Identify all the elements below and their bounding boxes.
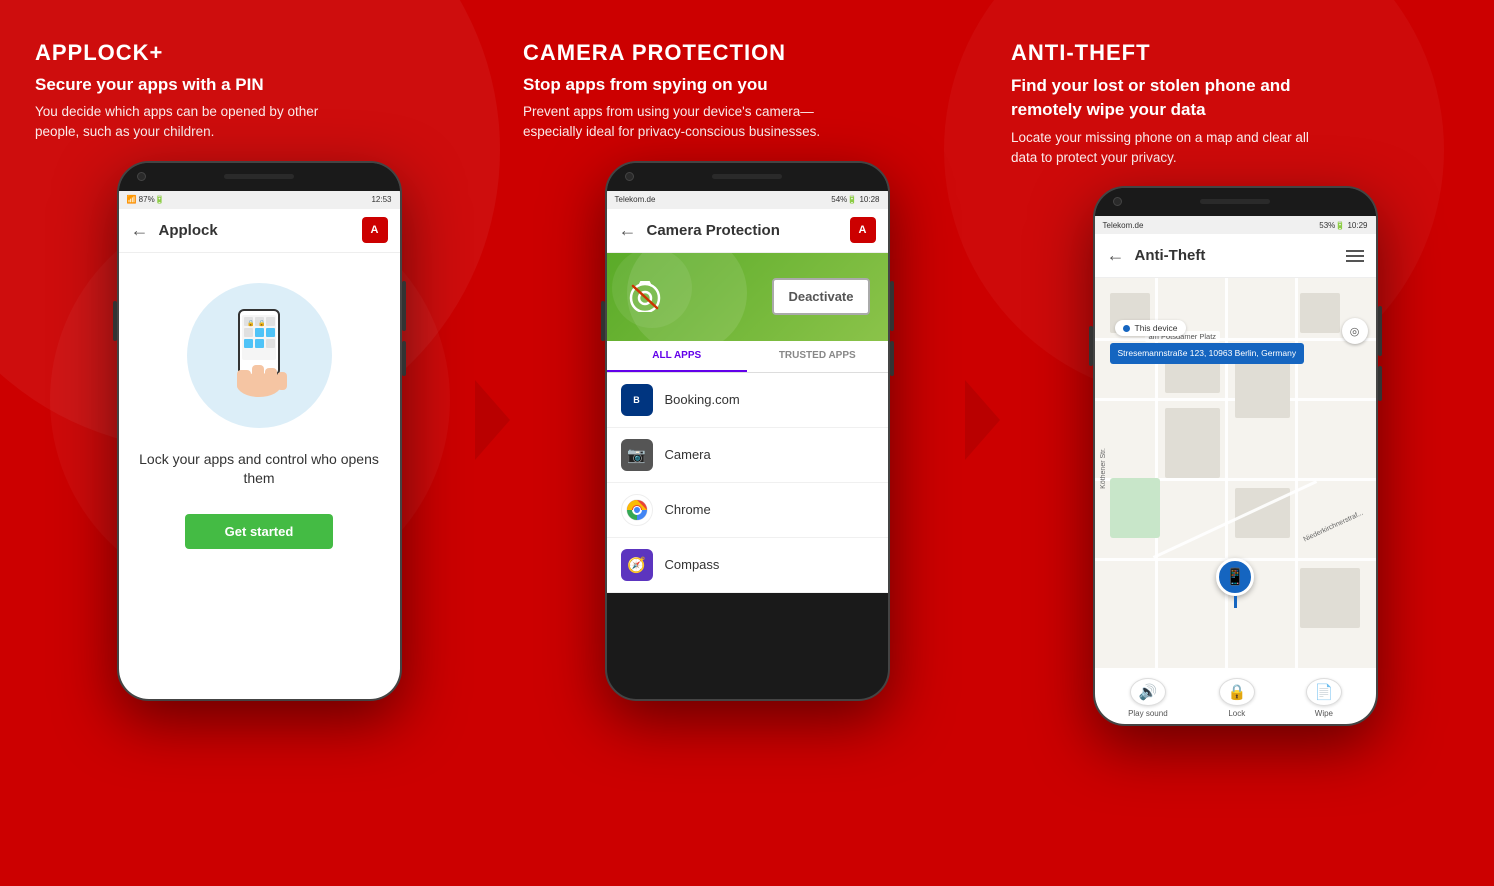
tab-all-apps[interactable]: ALL APPS: [607, 341, 748, 372]
avira-badge-2: A: [850, 217, 876, 243]
map-pin: 📱: [1216, 558, 1254, 608]
chrome-app-icon: [621, 494, 653, 526]
camera-label: Camera: [665, 447, 711, 462]
avira-badge-1: A: [362, 217, 388, 243]
applock-illustration: 🔒 🔒: [187, 283, 332, 428]
back-arrow-1[interactable]: ←: [131, 220, 149, 241]
lock-label: Lock: [1228, 709, 1245, 718]
tabs-row: ALL APPS TRUSTED APPS: [607, 341, 888, 373]
feature-desc-2: Prevent apps from using your device's ca…: [523, 102, 823, 143]
hamburger-menu[interactable]: [1346, 250, 1364, 262]
camera-protection-title: Camera Protection: [647, 222, 840, 239]
back-arrow-2[interactable]: ←: [619, 220, 637, 241]
phone-mockup-1: 📶 87%🔋 12:53 ← Applock A: [117, 161, 402, 701]
get-started-button[interactable]: Get started: [185, 514, 334, 549]
play-sound-action[interactable]: 🔊 Play sound: [1128, 678, 1168, 718]
list-item: Chrome: [607, 483, 888, 538]
applock-main-text: Lock your apps and control who opens the…: [134, 450, 385, 489]
compass-label: Compass: [665, 557, 720, 572]
chrome-label: Chrome: [665, 502, 711, 517]
booking-icon: B: [621, 384, 653, 416]
anti-theft-title: Anti-Theft: [1135, 247, 1336, 264]
camera-protection-icon: [625, 276, 665, 317]
svg-text:🔒: 🔒: [247, 319, 254, 327]
list-item: 🧭 Compass: [607, 538, 888, 593]
list-item: 📷 Camera: [607, 428, 888, 483]
app-list: B Booking.com 📷 Camera: [607, 373, 888, 593]
lock-action[interactable]: 🔒 Lock: [1219, 678, 1255, 718]
location-button[interactable]: ◎: [1342, 318, 1368, 344]
back-arrow-3[interactable]: ←: [1107, 245, 1125, 266]
feature-tag-2: CAMERA PROTECTION: [523, 40, 786, 66]
booking-label: Booking.com: [665, 392, 740, 407]
status-bar-3: Telekom.de 53%🔋 10:29: [1095, 216, 1376, 234]
tab-trusted-apps[interactable]: TRUSTED APPS: [747, 341, 888, 372]
compass-app-icon: 🧭: [621, 549, 653, 581]
wipe-label: Wipe: [1315, 709, 1333, 718]
camera-protection-banner: Deactivate: [607, 253, 888, 341]
play-sound-label: Play sound: [1128, 709, 1168, 718]
list-item: B Booking.com: [607, 373, 888, 428]
phone-mockup-2: Telekom.de 54%🔋 10:28 ← Camera Protectio…: [605, 161, 890, 701]
phone-mockup-3: Telekom.de 53%🔋 10:29 ← Anti-Theft: [1093, 186, 1378, 726]
anti-theft-actions: 🔊 Play sound 🔒 Lock 📄 Wipe: [1095, 668, 1376, 726]
status-bar-2: Telekom.de 54%🔋 10:28: [607, 191, 888, 209]
applock-title: Applock: [159, 222, 352, 239]
feature-subtitle-2: Stop apps from spying on you: [523, 74, 768, 96]
status-bar-1: 📶 87%🔋 12:53: [119, 191, 400, 209]
map-view: Niederkirchnerstraf... Köthener Str. Thi…: [1095, 278, 1376, 668]
deactivate-button[interactable]: Deactivate: [772, 278, 869, 315]
wipe-action[interactable]: 📄 Wipe: [1306, 678, 1342, 718]
address-banner: Stresemannstraße 123, 10963 Berlin, Germ…: [1110, 343, 1305, 364]
this-device-label: This device: [1115, 320, 1186, 336]
camera-app-icon: 📷: [621, 439, 653, 471]
svg-text:🔒: 🔒: [258, 319, 265, 327]
